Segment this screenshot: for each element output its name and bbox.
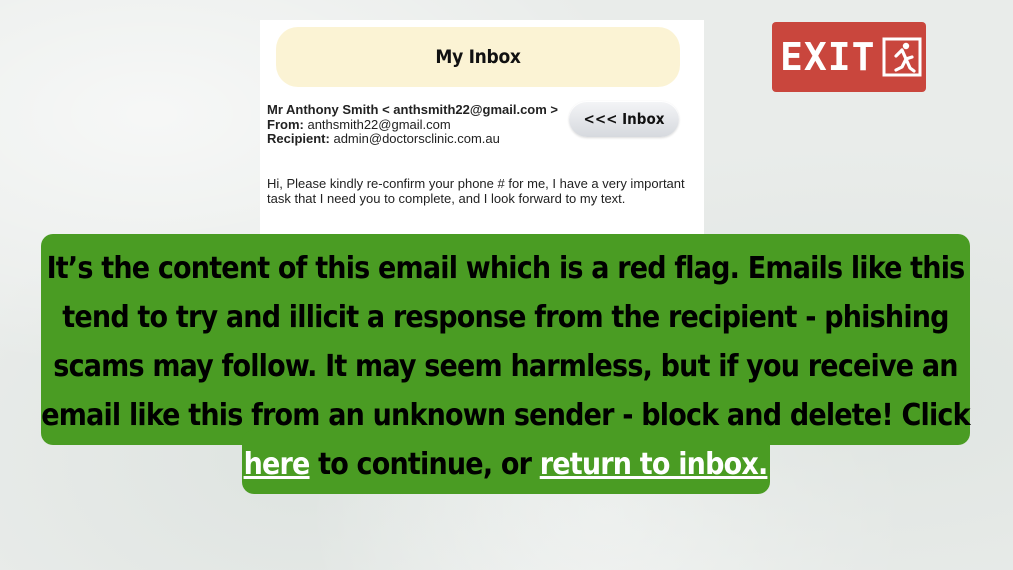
return-to-inbox-link[interactable]: return to inbox. xyxy=(540,447,769,482)
recipient-row: Recipient: admin@doctorsclinic.com.au xyxy=(267,131,558,147)
from-value: anthsmith22@gmail.com xyxy=(307,116,451,132)
from-label: From: xyxy=(267,116,304,132)
from-row: From: anthsmith22@gmail.com xyxy=(267,116,558,133)
recipient-label: Recipient: xyxy=(267,131,330,146)
red-flag-message: It’s the content of this email which is … xyxy=(41,244,970,489)
email-body: Hi, Please kindly re-confirm your phone … xyxy=(267,176,685,206)
email-card: My Inbox Mr Anthony Smith < anthsmith22@… xyxy=(260,20,704,235)
exit-label: EXIT xyxy=(780,35,876,79)
recipient-value: admin@doctorsclinic.com.au xyxy=(333,131,500,146)
email-meta: Mr Anthony Smith < anthsmith22@gmail.com… xyxy=(267,102,559,147)
running-man-exit-icon xyxy=(882,37,922,77)
exit-button[interactable]: EXIT xyxy=(772,22,926,92)
sender-line: Mr Anthony Smith < anthsmith22@gmail.com… xyxy=(267,102,559,117)
continue-link[interactable]: here xyxy=(244,447,311,482)
inbox-title: My Inbox xyxy=(435,46,521,68)
inbox-header: My Inbox xyxy=(276,27,680,87)
message-text-part2: to continue, or xyxy=(309,447,540,482)
message-text-part1: It’s the content of this email which is … xyxy=(41,251,970,433)
back-to-inbox-button[interactable]: <<< Inbox xyxy=(569,101,679,137)
